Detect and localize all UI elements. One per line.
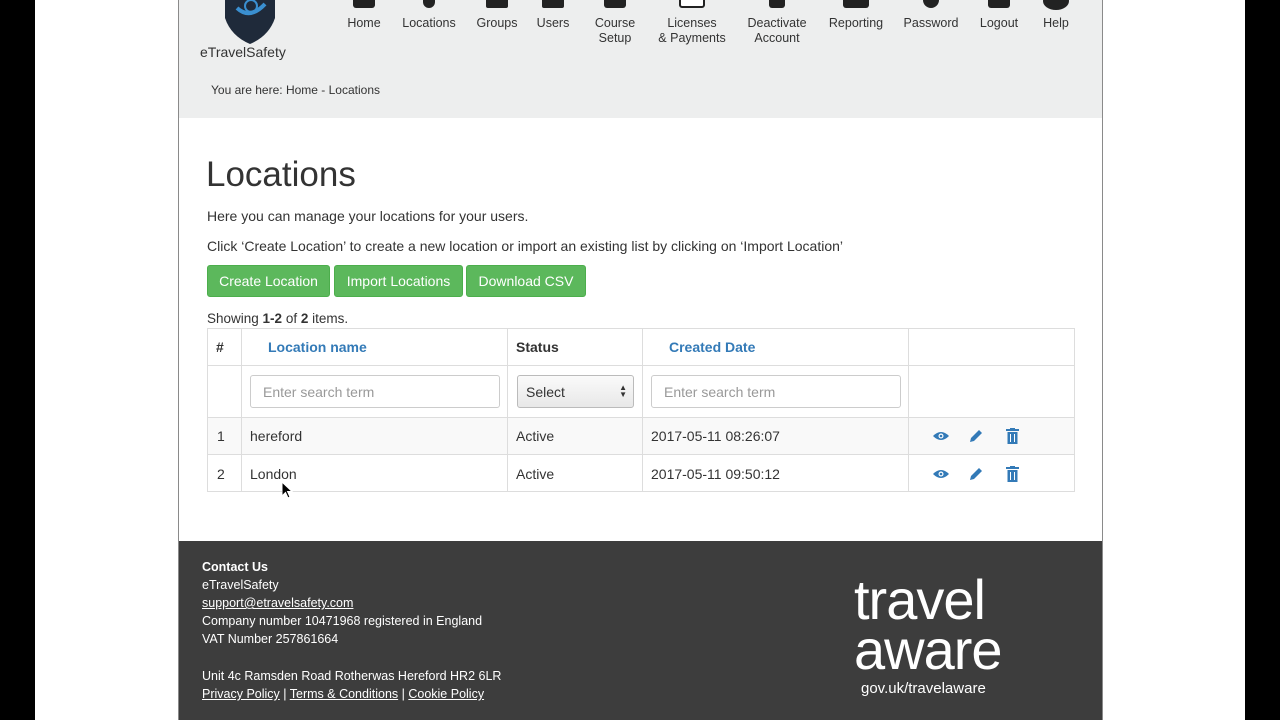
footer-link-separator: | xyxy=(398,687,409,701)
filter-actions-cell xyxy=(909,366,1074,417)
site-footer: Contact Us eTravelSafety support@etravel… xyxy=(179,541,1102,720)
page-instructions: Click ‘Create Location’ to create a new … xyxy=(207,238,844,254)
delete-trash-icon[interactable] xyxy=(1003,465,1021,483)
filter-status-cell: Select ▲ ▼ xyxy=(508,366,643,417)
select-arrows-icon: ▲ ▼ xyxy=(619,383,627,399)
summary-of: of xyxy=(282,311,301,326)
row-actions xyxy=(909,455,1074,492)
privacy-policy-link[interactable]: Privacy Policy xyxy=(202,687,280,701)
footer-company-number: Company number 10471968 registered in En… xyxy=(202,614,483,628)
location-name-search-input[interactable] xyxy=(250,375,500,408)
footer-contact-title: Contact Us xyxy=(202,560,268,574)
footer-email-link[interactable]: support@etravelsafety.com xyxy=(202,596,353,610)
row-location-name: hereford xyxy=(242,418,508,454)
col-name-header: Location name xyxy=(242,329,508,365)
brand-name: eTravelSafety xyxy=(200,44,286,60)
breadcrumb: You are here: Home - Locations xyxy=(211,83,380,97)
user-icon xyxy=(542,0,564,8)
nav-deactivate-label: Deactivate xyxy=(747,16,807,30)
course-icon xyxy=(604,0,626,8)
col-status-header: Status xyxy=(508,329,643,365)
created-date-search-input[interactable] xyxy=(651,375,901,408)
filter-name-cell xyxy=(242,366,508,417)
gear-icon xyxy=(923,0,939,8)
sort-created-date-link[interactable]: Created Date xyxy=(669,339,755,355)
filter-created-cell xyxy=(643,366,909,417)
lifebuoy-icon xyxy=(1043,0,1069,10)
table-row: 1 hereford Active 2017-05-11 08:26:07 xyxy=(208,418,1074,455)
row-num: 1 xyxy=(208,418,242,454)
create-location-button[interactable]: Create Location xyxy=(207,265,330,297)
nav-licenses-label: Licenses xyxy=(667,16,717,30)
row-created-date: 2017-05-11 09:50:12 xyxy=(643,455,909,492)
col-created-header: Created Date xyxy=(643,329,909,365)
results-summary: Showing 1-2 of 2 items. xyxy=(207,311,348,326)
import-locations-button[interactable]: Import Locations xyxy=(334,265,463,297)
summary-suffix: items. xyxy=(308,311,349,326)
locations-table: # Location name Status Created Date Sele… xyxy=(207,328,1075,492)
left-margin xyxy=(35,0,178,720)
home-icon xyxy=(353,0,375,8)
edit-pencil-icon[interactable] xyxy=(967,465,985,483)
summary-prefix: Showing xyxy=(207,311,263,326)
footer-company: eTravelSafety xyxy=(202,578,279,592)
nav-licenses-label2: & Payments xyxy=(658,31,726,45)
summary-range: 1-2 xyxy=(262,311,283,326)
footer-vat: VAT Number 257861664 xyxy=(202,632,339,646)
table-header-row: # Location name Status Created Date xyxy=(208,329,1074,366)
page-container: eTravelSafety Home Locations Groups User… xyxy=(178,0,1103,720)
site-header: eTravelSafety Home Locations Groups User… xyxy=(179,0,1102,118)
table-filter-row: Select ▲▼ xyxy=(208,366,1074,418)
footer-link-separator: | xyxy=(279,687,290,701)
page-title: Locations xyxy=(206,155,356,194)
row-num: 2 xyxy=(208,455,242,492)
sort-location-name-link[interactable]: Location name xyxy=(268,339,367,355)
right-letterbox xyxy=(1245,0,1280,720)
status-select-value: Select xyxy=(526,383,565,400)
footer-links: Privacy Policy | Terms & Conditions | Co… xyxy=(202,687,484,701)
download-csv-button[interactable]: Download CSV xyxy=(466,265,586,297)
travelaware-logo-line2[interactable]: aware xyxy=(854,622,1003,678)
mouse-cursor-icon xyxy=(282,482,294,499)
logout-icon xyxy=(988,0,1010,8)
row-status: Active xyxy=(508,455,643,492)
row-status: Active xyxy=(508,418,643,454)
license-icon xyxy=(679,0,705,8)
footer-address: Unit 4c Ramsden Road Rotherwas Hereford … xyxy=(202,669,502,683)
edit-pencil-icon[interactable] xyxy=(967,427,985,445)
filter-num-cell xyxy=(208,366,242,417)
page-description: Here you can manage your locations for y… xyxy=(207,208,529,224)
nav-course-label2: Setup xyxy=(598,31,632,45)
report-icon xyxy=(843,0,869,8)
travelaware-url[interactable]: gov.uk/travelaware xyxy=(861,680,986,697)
right-margin xyxy=(1103,0,1245,720)
cookie-policy-link[interactable]: Cookie Policy xyxy=(408,687,484,701)
terms-conditions-link[interactable]: Terms & Conditions xyxy=(290,687,398,701)
col-num-header: # xyxy=(208,329,242,365)
status-select[interactable]: Select ▲ ▼ xyxy=(517,375,634,408)
map-pin-icon xyxy=(423,0,435,8)
delete-trash-icon[interactable] xyxy=(1003,427,1021,445)
trash-icon xyxy=(769,0,785,8)
col-actions-header xyxy=(909,329,1074,365)
nav-course-label: Course xyxy=(594,16,636,30)
row-actions xyxy=(909,418,1074,454)
view-eye-icon[interactable] xyxy=(932,465,950,483)
table-row: 2 London Active 2017-05-11 09:50:12 xyxy=(208,455,1074,492)
nav-deactivate-label2: Account xyxy=(754,31,800,45)
left-letterbox xyxy=(0,0,35,720)
row-created-date: 2017-05-11 08:26:07 xyxy=(643,418,909,454)
footer-email-row: support@etravelsafety.com xyxy=(202,596,353,610)
view-eye-icon[interactable] xyxy=(932,427,950,445)
group-icon xyxy=(486,0,508,8)
